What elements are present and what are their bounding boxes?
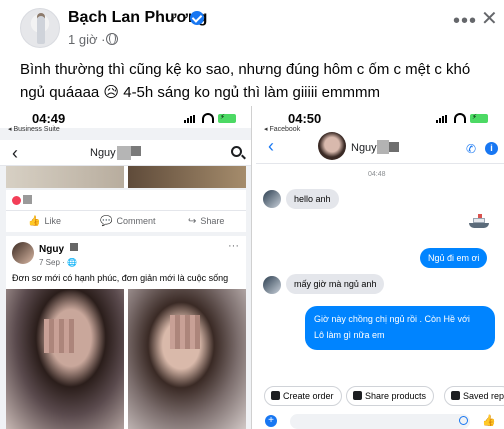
share-icon: ↪ bbox=[188, 216, 197, 227]
like-icon[interactable]: 👍 bbox=[482, 414, 496, 427]
message-outgoing-bubble: Giờ này chồng chị ngủ rồi . Còn Hề với L… bbox=[305, 306, 495, 350]
share-products-button[interactable]: Share products bbox=[346, 386, 435, 406]
back-arrow-icon[interactable]: ‹ bbox=[12, 143, 18, 164]
post-header: Bạch Lan Phương 1 giờ · ••• ✕ bbox=[0, 0, 504, 52]
post-date: 7 Sep · 🌐 bbox=[39, 258, 77, 267]
wifi-icon bbox=[202, 113, 214, 123]
emoji-icon[interactable] bbox=[459, 416, 468, 425]
feed-photo bbox=[128, 166, 246, 188]
post-photo[interactable] bbox=[6, 289, 124, 429]
redaction-block bbox=[377, 140, 389, 154]
like-icon: 👍 bbox=[28, 216, 41, 227]
more-options-icon[interactable]: ··· bbox=[228, 240, 239, 252]
ship-sticker-icon bbox=[469, 214, 489, 229]
close-icon[interactable]: ✕ bbox=[481, 6, 498, 31]
message-incoming: hello anh bbox=[286, 189, 339, 209]
post-image-area[interactable]: 04:49 ◂ Business Suite ⚡ ‹ Nguy 👍 Like 💬 C… bbox=[0, 106, 504, 429]
comment-button[interactable]: 💬 Comment bbox=[100, 216, 155, 227]
wifi-icon bbox=[454, 113, 466, 123]
status-time: 04:49 bbox=[32, 111, 66, 126]
comment-icon: 💬 bbox=[100, 216, 113, 227]
feed-photo bbox=[6, 166, 124, 188]
back-arrow-icon[interactable]: ‹ bbox=[268, 136, 274, 157]
nav-bar: ‹ Nguy bbox=[0, 140, 251, 166]
author-name[interactable]: Bạch Lan Phương bbox=[68, 9, 207, 27]
message-input[interactable] bbox=[290, 414, 470, 429]
saved-replies-icon bbox=[451, 391, 460, 400]
saved-replies-button[interactable]: Saved rep bbox=[444, 386, 504, 406]
redaction-block bbox=[389, 142, 399, 152]
status-back-app: ◂ Business Suite bbox=[8, 126, 60, 133]
post-timestamp[interactable]: 1 giờ · bbox=[68, 32, 105, 47]
contact-avatar-small bbox=[263, 190, 281, 208]
redaction-block bbox=[23, 195, 32, 204]
plus-icon[interactable]: + bbox=[265, 415, 277, 427]
post-text: Đơn sơ mới có hạnh phúc, đơn giản mới là… bbox=[12, 273, 229, 283]
call-icon[interactable]: ✆ bbox=[466, 142, 476, 156]
avatar-figure-body bbox=[37, 16, 45, 44]
message-outgoing: Ngủ đi em ơi bbox=[420, 248, 488, 268]
reaction-row bbox=[6, 190, 246, 210]
more-options-icon[interactable]: ••• bbox=[453, 10, 477, 33]
contact-avatar-small bbox=[263, 276, 281, 294]
search-icon[interactable] bbox=[231, 146, 242, 157]
left-screenshot: 04:49 ◂ Business Suite ⚡ ‹ Nguy 👍 Like 💬 C… bbox=[0, 106, 252, 429]
post-caption: Bình thường thì cũng kệ ko sao, nhưng đú… bbox=[20, 61, 471, 101]
face-blur bbox=[170, 315, 200, 349]
right-screenshot: 04:50 ◂ Facebook ⚡ ‹ Nguyễ ✆ i 04:48 hel… bbox=[256, 106, 504, 429]
create-order-button[interactable]: Create order bbox=[264, 386, 342, 406]
message-incoming: mấy giờ mà ngủ anh bbox=[286, 274, 385, 294]
status-bar: 04:50 ◂ Facebook ⚡ bbox=[256, 106, 504, 133]
redaction-block bbox=[131, 146, 141, 156]
post-photo[interactable] bbox=[128, 289, 246, 429]
battery-icon: ⚡ bbox=[470, 114, 488, 123]
message-composer: + 👍 bbox=[256, 412, 504, 429]
signal-icon bbox=[436, 115, 450, 123]
like-button[interactable]: 👍 Like bbox=[28, 216, 61, 227]
author-avatar[interactable] bbox=[20, 8, 60, 48]
profile-name: Nguy bbox=[90, 147, 116, 159]
love-reaction-icon bbox=[12, 196, 21, 205]
battery-icon: ⚡ bbox=[218, 114, 236, 123]
redaction-block bbox=[70, 243, 78, 251]
feed-post: Nguy 7 Sep · 🌐 ··· Đơn sơ mới có hạnh ph… bbox=[6, 236, 246, 429]
message-line: Lô làm gì nữa em bbox=[314, 330, 385, 340]
poster-avatar[interactable] bbox=[12, 242, 34, 264]
info-icon[interactable]: i bbox=[485, 142, 498, 155]
create-order-icon bbox=[271, 391, 280, 400]
chat-timestamp: 04:48 bbox=[368, 171, 386, 178]
contact-avatar[interactable] bbox=[318, 132, 346, 160]
signal-icon bbox=[184, 115, 198, 123]
share-button[interactable]: ↪ Share bbox=[188, 216, 224, 227]
share-products-icon bbox=[353, 391, 362, 400]
globe-icon bbox=[106, 33, 118, 45]
message-line: Giờ này chồng chị ngủ rồi . Còn Hề với bbox=[314, 314, 470, 324]
feed-photo-strip bbox=[6, 166, 246, 188]
redaction-block bbox=[117, 146, 131, 160]
poster-name[interactable]: Nguy bbox=[39, 244, 64, 255]
post-action-row: 👍 Like 💬 Comment ↪ Share bbox=[6, 210, 246, 232]
quick-reply-row: Create order Share products Saved rep bbox=[256, 386, 504, 408]
verified-badge-icon bbox=[190, 11, 204, 25]
status-bar: 04:49 ◂ Business Suite ⚡ bbox=[0, 106, 251, 133]
face-blur bbox=[44, 319, 74, 353]
status-time: 04:50 bbox=[288, 111, 322, 126]
